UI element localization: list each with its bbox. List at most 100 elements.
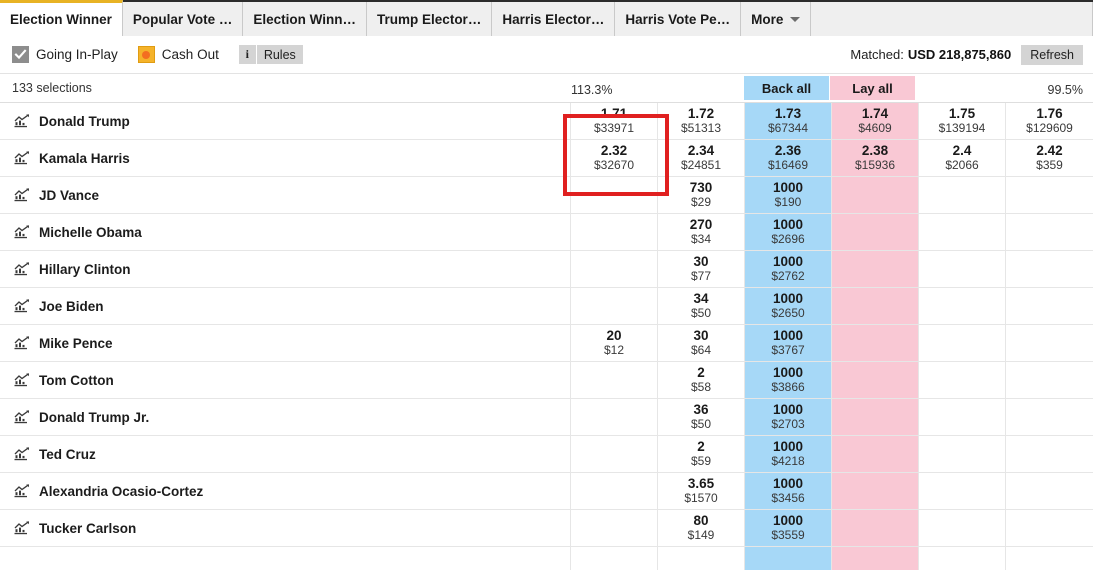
- odds-cell-lay-best[interactable]: 2.38 $15936: [832, 140, 919, 176]
- odds-cell-back[interactable]: 1.72 $51313: [658, 103, 745, 139]
- odds-cell-empty[interactable]: [1006, 288, 1093, 324]
- odds-cell-empty[interactable]: [919, 251, 1006, 287]
- odds-cell-back-best[interactable]: 1000 $3559: [745, 510, 832, 546]
- odds-cell-back[interactable]: 36 $50: [658, 399, 745, 435]
- tab-election-winn[interactable]: Election Winn…: [243, 2, 368, 36]
- odds-cell-back[interactable]: 270 $34: [658, 214, 745, 250]
- odds-cell-back-best[interactable]: 1000 $3866: [745, 362, 832, 398]
- odds-cell-back-best[interactable]: 1000 $3767: [745, 325, 832, 361]
- tab-trump-elector[interactable]: Trump Elector…: [367, 2, 493, 36]
- odds-cell-back-best[interactable]: 1000 $2650: [745, 288, 832, 324]
- odds-cell-empty[interactable]: [1006, 399, 1093, 435]
- tab-popular-vote[interactable]: Popular Vote …: [122, 2, 244, 36]
- chart-icon[interactable]: [14, 410, 30, 424]
- odds-cell-lay-best[interactable]: [832, 362, 919, 398]
- chart-icon[interactable]: [14, 188, 30, 202]
- odds-cell-back[interactable]: 1.71 $33971: [571, 103, 658, 139]
- chart-icon[interactable]: [14, 447, 30, 461]
- selection-name-cell[interactable]: [0, 547, 571, 570]
- odds-cell-empty[interactable]: [1006, 547, 1093, 570]
- chart-icon[interactable]: [14, 225, 30, 239]
- odds-cell-back-best[interactable]: 1.73 $67344: [745, 103, 832, 139]
- odds-cell-lay-best[interactable]: [832, 436, 919, 472]
- lay-all-button[interactable]: Lay all: [830, 76, 915, 100]
- selection-name-cell[interactable]: Tucker Carlson: [0, 510, 571, 546]
- odds-cell-lay-best[interactable]: [832, 325, 919, 361]
- odds-cell-empty[interactable]: [571, 362, 658, 398]
- odds-cell-back[interactable]: 2.32 $32670: [571, 140, 658, 176]
- selection-name-cell[interactable]: Mike Pence: [0, 325, 571, 361]
- odds-cell-empty[interactable]: [919, 288, 1006, 324]
- chart-icon[interactable]: [14, 151, 30, 165]
- odds-cell-back-best[interactable]: 1000 $2696: [745, 214, 832, 250]
- odds-cell-back[interactable]: 30 $64: [658, 325, 745, 361]
- odds-cell-empty[interactable]: [919, 325, 1006, 361]
- odds-cell-lay-best[interactable]: [832, 251, 919, 287]
- selection-name-cell[interactable]: Alexandria Ocasio-Cortez: [0, 473, 571, 509]
- selection-name-cell[interactable]: Tom Cotton: [0, 362, 571, 398]
- chart-icon[interactable]: [14, 336, 30, 350]
- odds-cell-empty[interactable]: [1006, 325, 1093, 361]
- odds-cell-lay-best[interactable]: [832, 510, 919, 546]
- odds-cell-back[interactable]: 20 $12: [571, 325, 658, 361]
- odds-cell-empty[interactable]: [1006, 362, 1093, 398]
- selection-name-cell[interactable]: Donald Trump: [0, 103, 571, 139]
- tab-harris-vote-pe[interactable]: Harris Vote Pe…: [615, 2, 742, 36]
- odds-cell-lay-best[interactable]: [832, 214, 919, 250]
- back-all-button[interactable]: Back all: [744, 76, 829, 100]
- odds-cell-empty[interactable]: [1006, 251, 1093, 287]
- odds-cell-back-best[interactable]: 1000 $4218: [745, 436, 832, 472]
- selection-name-cell[interactable]: Ted Cruz: [0, 436, 571, 472]
- odds-cell-lay-best[interactable]: [832, 399, 919, 435]
- odds-cell-empty[interactable]: [919, 473, 1006, 509]
- odds-cell-empty[interactable]: [919, 510, 1006, 546]
- odds-cell-lay[interactable]: 1.75 $139194: [919, 103, 1006, 139]
- selection-name-cell[interactable]: JD Vance: [0, 177, 571, 213]
- odds-cell-empty[interactable]: [571, 251, 658, 287]
- odds-cell-lay-best[interactable]: [832, 288, 919, 324]
- odds-cell-empty[interactable]: [919, 214, 1006, 250]
- selection-name-cell[interactable]: Donald Trump Jr.: [0, 399, 571, 435]
- selection-name-cell[interactable]: Hillary Clinton: [0, 251, 571, 287]
- rules-button[interactable]: i Rules: [238, 45, 303, 64]
- chart-icon[interactable]: [14, 262, 30, 276]
- odds-cell-back[interactable]: 3.65 $1570: [658, 473, 745, 509]
- odds-cell-empty[interactable]: [919, 436, 1006, 472]
- odds-cell-empty[interactable]: [658, 547, 745, 570]
- odds-cell-back-best[interactable]: 1000 $190: [745, 177, 832, 213]
- odds-cell-back[interactable]: 80 $149: [658, 510, 745, 546]
- odds-cell-back[interactable]: 34 $50: [658, 288, 745, 324]
- odds-cell-back-best[interactable]: 2.36 $16469: [745, 140, 832, 176]
- odds-cell-empty[interactable]: [571, 177, 658, 213]
- odds-cell-empty[interactable]: [919, 362, 1006, 398]
- selection-name-cell[interactable]: Michelle Obama: [0, 214, 571, 250]
- odds-cell-empty[interactable]: [1006, 214, 1093, 250]
- odds-cell-back[interactable]: 730 $29: [658, 177, 745, 213]
- tab-harris-elector[interactable]: Harris Elector…: [492, 2, 616, 36]
- odds-cell-back[interactable]: 30 $77: [658, 251, 745, 287]
- odds-cell-lay-best[interactable]: [832, 547, 919, 570]
- odds-cell-lay[interactable]: 2.4 $2066: [919, 140, 1006, 176]
- refresh-button[interactable]: Refresh: [1021, 44, 1083, 65]
- tab-election-winner[interactable]: Election Winner: [0, 0, 123, 36]
- odds-cell-empty[interactable]: [571, 214, 658, 250]
- odds-cell-lay[interactable]: 2.42 $359: [1006, 140, 1093, 176]
- odds-cell-lay-best[interactable]: [832, 177, 919, 213]
- odds-cell-empty[interactable]: [571, 510, 658, 546]
- chart-icon[interactable]: [14, 299, 30, 313]
- going-in-play-toggle[interactable]: Going In-Play: [12, 46, 118, 63]
- odds-cell-empty[interactable]: [571, 473, 658, 509]
- odds-cell-empty[interactable]: [919, 177, 1006, 213]
- selection-name-cell[interactable]: Kamala Harris: [0, 140, 571, 176]
- odds-cell-lay[interactable]: 1.76 $129609: [1006, 103, 1093, 139]
- selection-name-cell[interactable]: Joe Biden: [0, 288, 571, 324]
- odds-cell-back[interactable]: 2.34 $24851: [658, 140, 745, 176]
- odds-cell-lay-best[interactable]: [832, 473, 919, 509]
- odds-cell-back[interactable]: 2 $59: [658, 436, 745, 472]
- odds-cell-empty[interactable]: [1006, 473, 1093, 509]
- odds-cell-empty[interactable]: [1006, 177, 1093, 213]
- odds-cell-back-best[interactable]: 1000 $2762: [745, 251, 832, 287]
- cash-out-toggle[interactable]: Cash Out: [137, 46, 219, 63]
- odds-cell-lay-best[interactable]: 1.74 $4609: [832, 103, 919, 139]
- chart-icon[interactable]: [14, 484, 30, 498]
